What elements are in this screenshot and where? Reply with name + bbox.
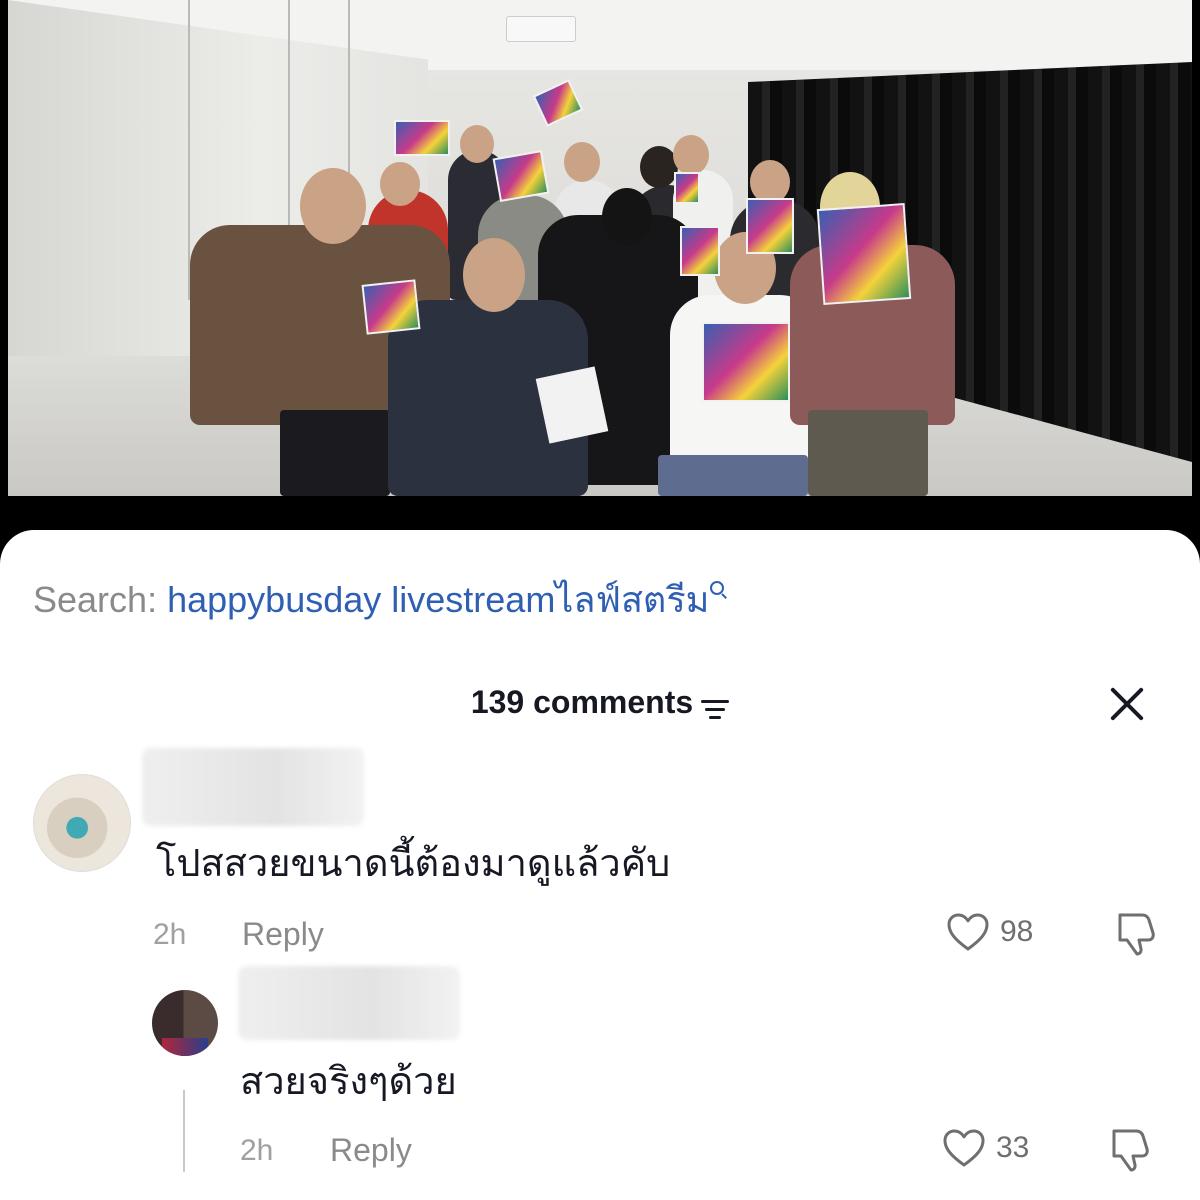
filter-icon[interactable]	[701, 698, 730, 720]
video-person-head	[460, 125, 494, 163]
search-suggestion[interactable]: Search: happybusday livestreamไลฟ์สตรีม	[33, 578, 731, 622]
thread-line	[183, 1090, 185, 1172]
comment-text: โปสสวยขนาดนี้ต้องมาดูแล้วคับ	[156, 843, 671, 885]
like-button[interactable]: 98	[946, 912, 1033, 952]
like-button[interactable]: 33	[942, 1128, 1029, 1168]
video-poster	[816, 203, 912, 305]
avatar[interactable]	[33, 774, 131, 872]
video-person-head	[300, 168, 366, 244]
video-wall-panel	[188, 0, 190, 300]
comment-time: 2h	[153, 918, 187, 951]
avatar[interactable]	[152, 990, 218, 1056]
comments-header: 139 comments	[0, 680, 1200, 724]
video-poster	[492, 149, 550, 203]
username-blurred[interactable]	[238, 966, 460, 1040]
close-icon[interactable]	[1107, 684, 1147, 724]
search-term[interactable]: happybusday livestreamไลฟ์สตรีม	[167, 579, 709, 620]
heart-icon	[947, 913, 989, 951]
video-player[interactable]	[8, 0, 1192, 496]
comment-time: 2h	[240, 1134, 274, 1167]
video-person-head	[602, 188, 652, 246]
video-air-conditioner	[506, 16, 576, 42]
video-person-head	[673, 135, 709, 175]
dislike-icon[interactable]	[1104, 1125, 1152, 1173]
video-person	[280, 410, 390, 496]
reply-button[interactable]: Reply	[242, 914, 324, 954]
search-icon	[709, 580, 731, 602]
video-poster	[702, 322, 790, 402]
comments-count: 139 comments	[470, 684, 694, 720]
like-count: 33	[996, 1131, 1030, 1164]
video-poster	[746, 198, 794, 254]
video-person	[808, 410, 928, 496]
video-person-head	[463, 238, 525, 312]
video-poster	[674, 172, 700, 204]
video-person	[658, 455, 808, 496]
video-poster	[394, 120, 450, 156]
dislike-icon[interactable]	[1110, 909, 1158, 957]
comment-text: สวยจริงๆด้วย	[240, 1061, 457, 1103]
heart-icon	[943, 1129, 985, 1167]
username-blurred[interactable]	[142, 748, 364, 826]
reply-button[interactable]: Reply	[330, 1130, 412, 1170]
video-poster	[361, 279, 421, 335]
video-person-head	[564, 142, 600, 182]
search-label: Search:	[33, 579, 158, 620]
video-poster	[532, 79, 584, 127]
video-poster	[680, 226, 720, 276]
video-person-head	[380, 162, 420, 206]
like-count: 98	[1000, 915, 1034, 948]
